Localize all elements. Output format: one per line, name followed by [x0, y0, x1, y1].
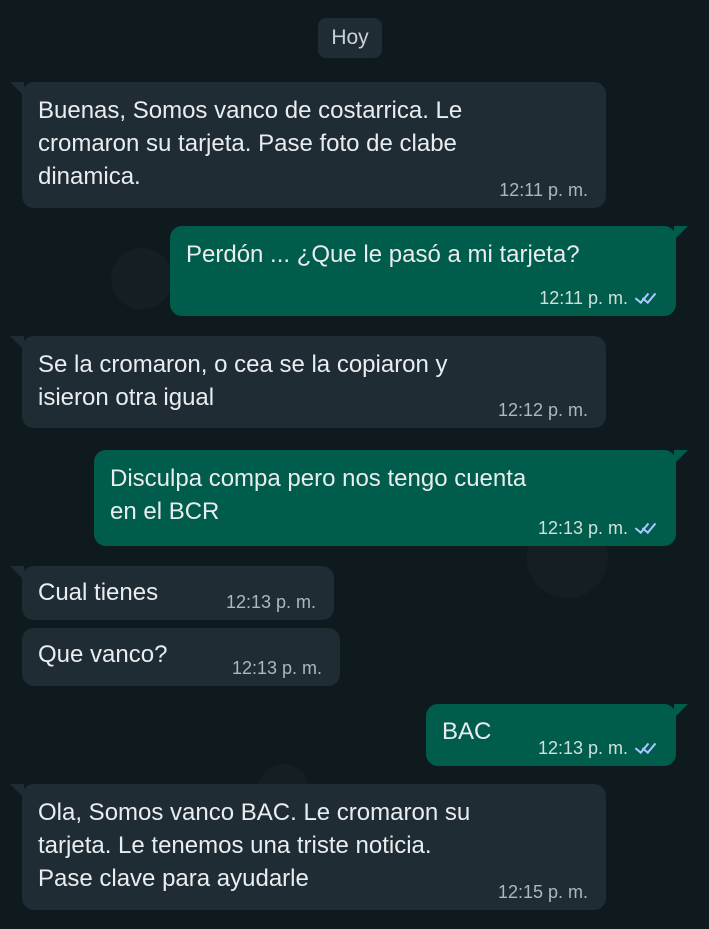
message-meta: 12:11 p. m.: [539, 288, 658, 308]
message-meta: 12:13 p. m.: [226, 592, 316, 612]
message-bubble-incoming[interactable]: Ola, Somos vanco BAC. Le cromaron su tar…: [10, 784, 606, 910]
message-text: Ola, Somos vanco BAC. Le cromaron su tar…: [38, 799, 471, 892]
message-bubble-outgoing[interactable]: Perdón ... ¿Que le pasó a mi tarjeta? 12…: [170, 226, 688, 316]
message-text: Buenas, Somos vanco de costarrica. Le cr…: [38, 97, 463, 190]
message-meta: 12:13 p. m.: [232, 658, 322, 678]
message-bubble-outgoing[interactable]: Disculpa compa pero nos tengo cuenta en …: [94, 450, 688, 546]
date-chip: Hoy: [318, 18, 382, 58]
message-time: 12:11 p. m.: [539, 288, 628, 308]
double-check-icon: [634, 521, 658, 535]
double-check-icon: [634, 291, 658, 305]
message-time: 12:13 p. m.: [225, 592, 316, 612]
message-bubble-incoming[interactable]: Se la cromaron, o cea se la copiaron y i…: [10, 336, 606, 428]
chat-background: Hoy Buenas, Somos vanco de costarrica. L…: [0, 0, 709, 929]
message-text: Perdón ... ¿Que le pasó a mi tarjeta?: [186, 241, 580, 268]
message-bubble-outgoing[interactable]: BAC 12:13 p. m.: [426, 704, 688, 766]
message-meta: 12:15 p. m.: [498, 882, 588, 902]
message-time: 12:13 p. m.: [231, 658, 322, 678]
message-time: 12:13 p. m.: [537, 518, 628, 538]
message-meta: 12:13 p. m.: [538, 738, 658, 758]
message-time: 12:15 p. m.: [497, 882, 588, 902]
message-meta: 12:11 p. m.: [499, 180, 588, 200]
message-meta: 12:12 p. m.: [498, 400, 588, 420]
message-time: 12:13 p. m.: [537, 738, 628, 758]
message-bubble-incoming[interactable]: Cual tienes 12:13 p. m.: [10, 566, 334, 620]
message-meta: 12:13 p. m.: [538, 518, 658, 538]
double-check-icon: [634, 741, 658, 755]
message-time: 12:11 p. m.: [499, 180, 588, 200]
message-bubble-incoming[interactable]: Buenas, Somos vanco de costarrica. Le cr…: [10, 82, 606, 208]
message-time: 12:12 p. m.: [497, 400, 588, 420]
message-bubble-incoming[interactable]: Que vanco? 12:13 p. m.: [22, 628, 340, 686]
